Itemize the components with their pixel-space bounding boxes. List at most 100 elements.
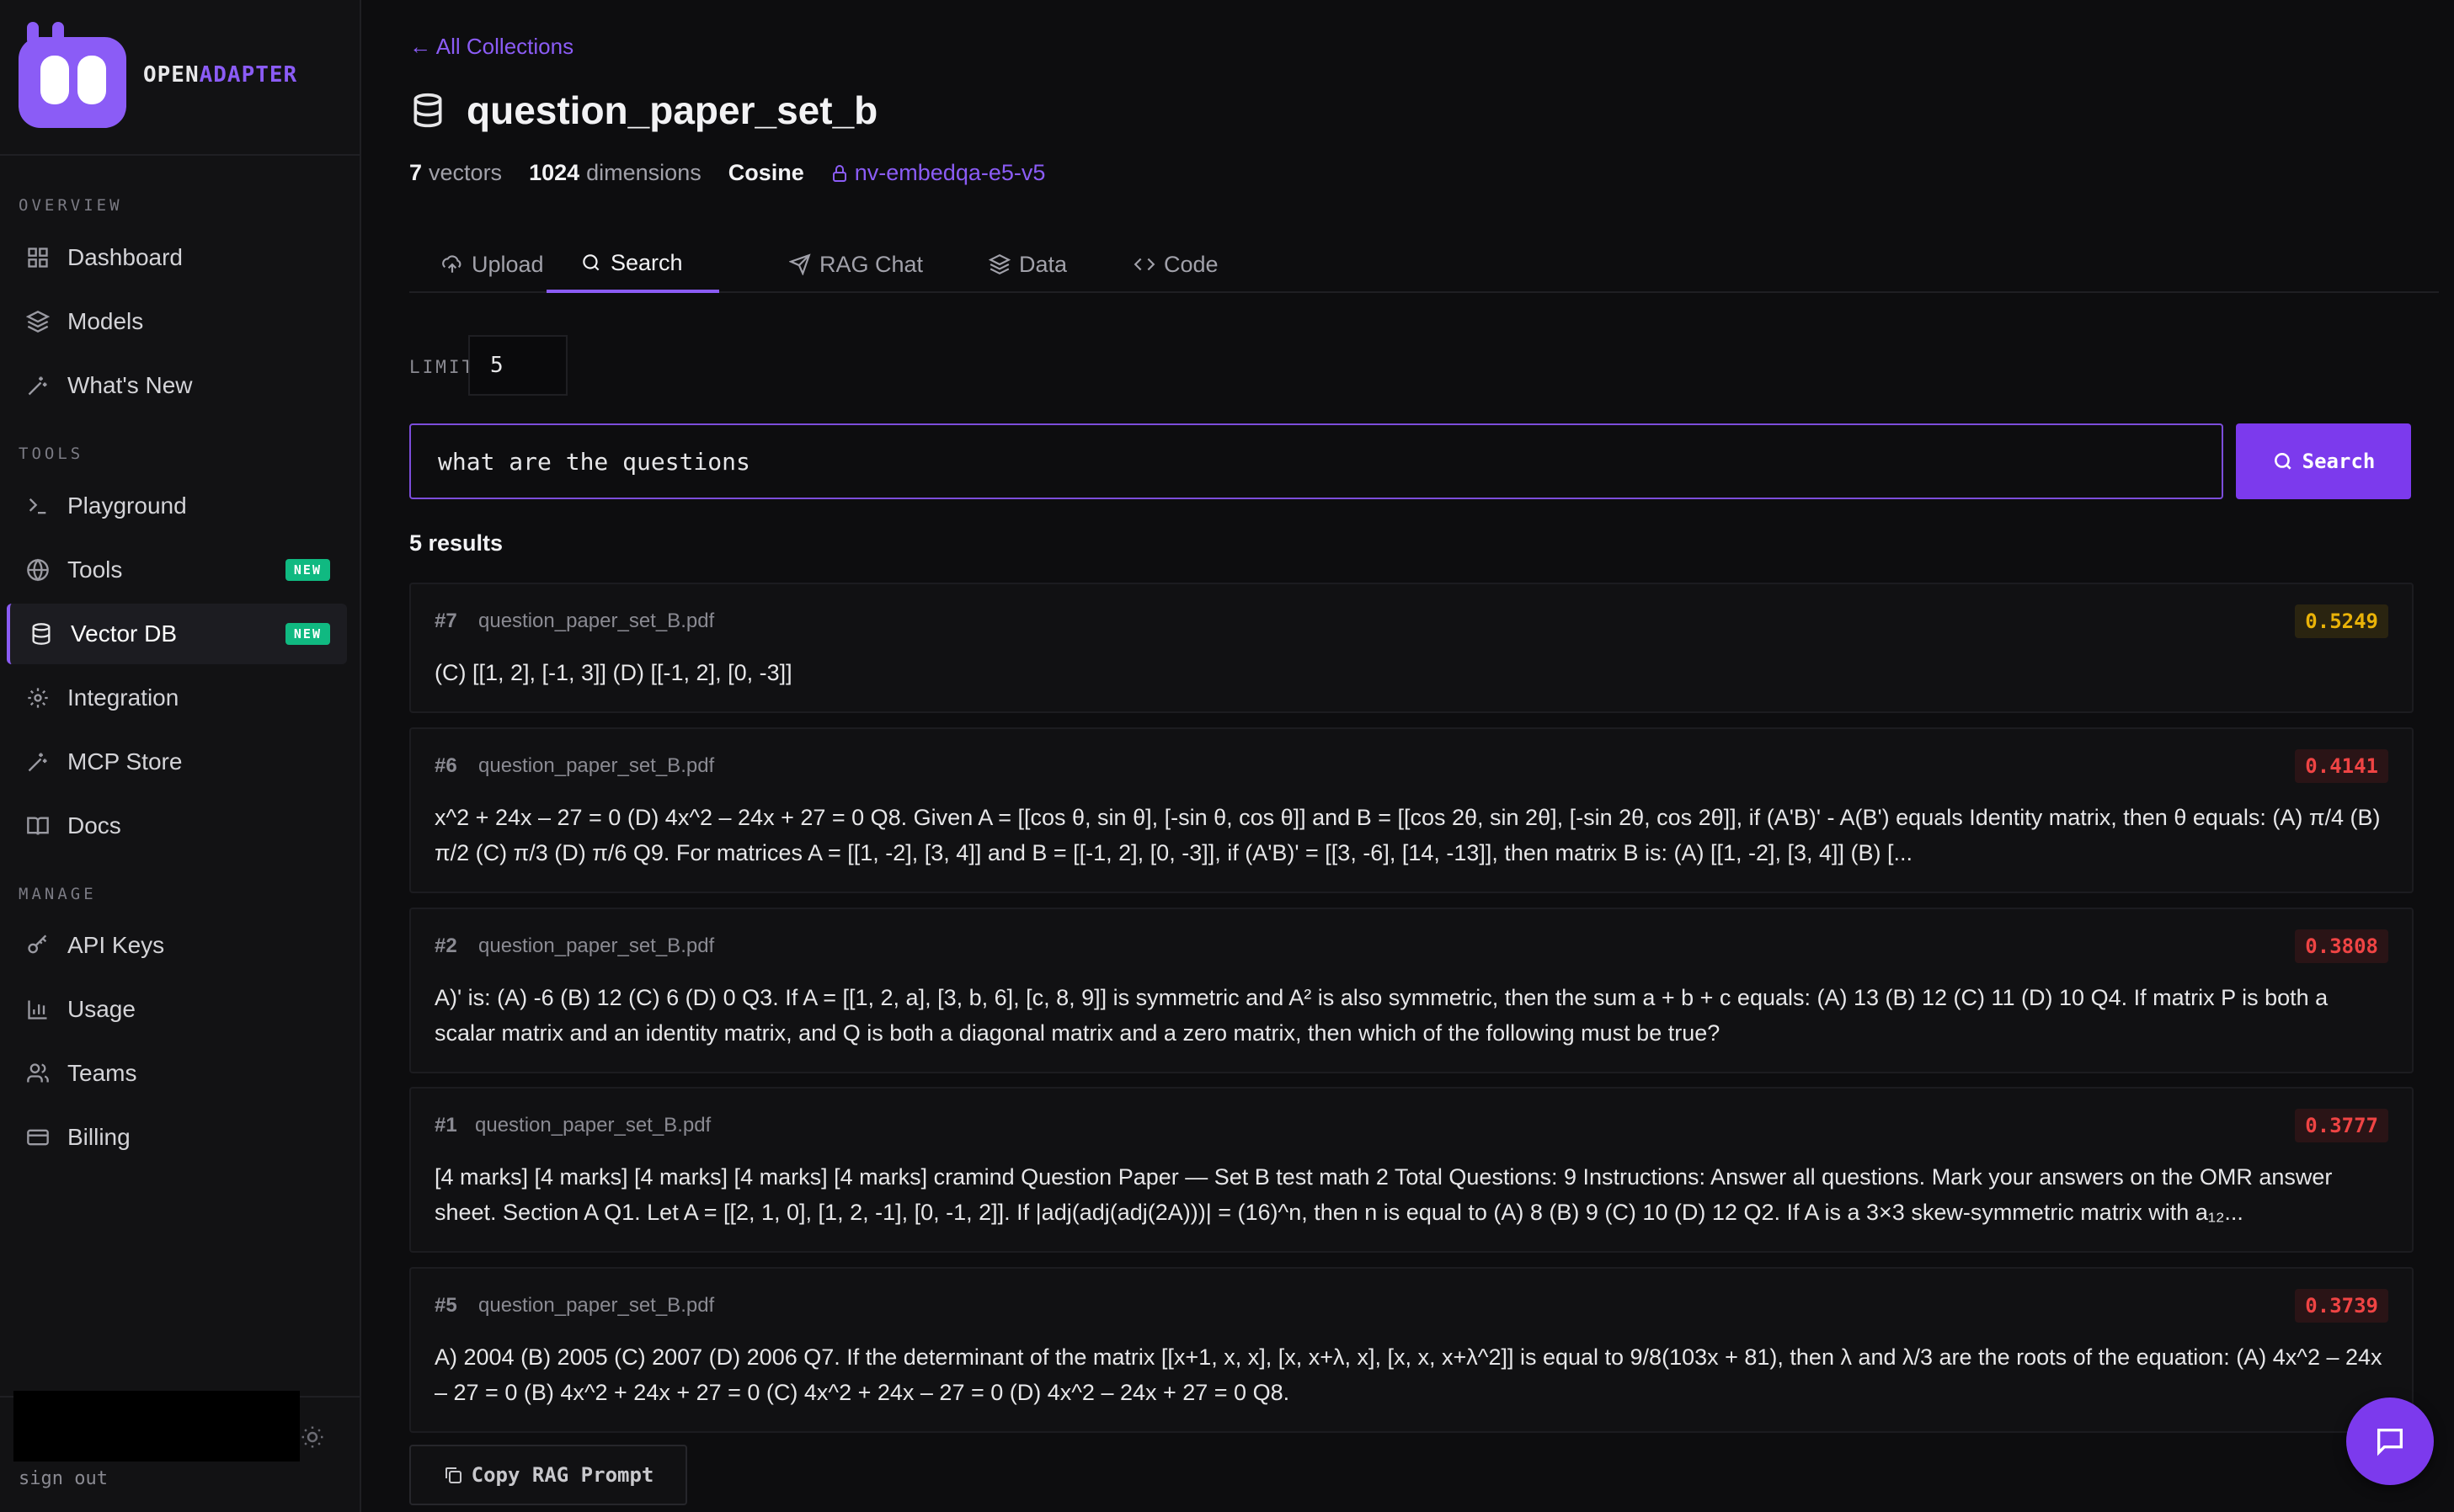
result-card[interactable]: #5 question_paper_set_B.pdf 0.3739 A) 20… bbox=[409, 1267, 2414, 1433]
limit-label: LIMIT bbox=[409, 357, 476, 377]
layers-icon bbox=[25, 309, 51, 334]
sidebar-item-whats-new[interactable]: What's New bbox=[7, 355, 347, 416]
book-icon bbox=[25, 813, 51, 839]
page-title: question_paper_set_b bbox=[409, 88, 878, 133]
sidebar-item-playground[interactable]: Playground bbox=[7, 476, 347, 536]
result-card[interactable]: #2 question_paper_set_B.pdf 0.3808 A)' i… bbox=[409, 908, 2414, 1073]
sidebar: OPENADAPTER OVERVIEW Dashboard Models Wh… bbox=[0, 0, 361, 1512]
score-badge: 0.3808 bbox=[2295, 929, 2388, 963]
brand-logo[interactable] bbox=[17, 19, 128, 130]
sidebar-item-label: What's New bbox=[67, 372, 193, 398]
layers-icon bbox=[989, 253, 1011, 275]
new-badge: NEW bbox=[285, 559, 330, 581]
brand-name: OPENADAPTER bbox=[143, 62, 297, 88]
score-badge: 0.3777 bbox=[2295, 1109, 2388, 1142]
distance-metric: Cosine bbox=[728, 160, 804, 185]
database-icon bbox=[413, 93, 442, 128]
user-profile[interactable] bbox=[13, 1391, 300, 1461]
sidebar-item-vector-db[interactable]: Vector DB NEW bbox=[7, 604, 347, 664]
tab-code[interactable]: Code bbox=[1134, 236, 1219, 293]
lock-icon bbox=[832, 164, 846, 182]
sidebar-item-label: API Keys bbox=[67, 932, 165, 958]
upload-cloud-icon bbox=[442, 255, 461, 273]
chat-bubble-icon bbox=[2377, 1429, 2403, 1456]
embedding-model: nv-embedqa-e5-v5 bbox=[831, 160, 1045, 186]
search-icon bbox=[583, 254, 600, 271]
tab-data[interactable]: Data bbox=[989, 236, 1067, 293]
database-icon bbox=[29, 621, 54, 647]
sidebar-item-label: Teams bbox=[67, 1060, 137, 1086]
result-card[interactable]: #7 question_paper_set_B.pdf 0.5249 (C) [… bbox=[409, 583, 2414, 713]
tab-upload[interactable]: Upload bbox=[441, 236, 544, 293]
key-icon bbox=[25, 933, 51, 958]
result-rank: #6 bbox=[435, 754, 457, 777]
result-rank: #7 bbox=[435, 610, 457, 632]
sidebar-item-teams[interactable]: Teams bbox=[7, 1043, 347, 1104]
sidebar-item-label: Vector DB bbox=[71, 620, 178, 647]
sidebar-item-models[interactable]: Models bbox=[7, 291, 347, 352]
terminal-icon bbox=[25, 493, 51, 519]
tab-rag-chat[interactable]: RAG Chat bbox=[789, 236, 923, 293]
sidebar-item-mcp-store[interactable]: MCP Store bbox=[7, 732, 347, 792]
sign-out-link[interactable]: sign out bbox=[19, 1468, 108, 1489]
limit-input[interactable]: 5 bbox=[468, 335, 568, 396]
sidebar-item-billing[interactable]: Billing bbox=[7, 1107, 347, 1168]
globe-icon bbox=[25, 557, 51, 583]
sidebar-item-docs[interactable]: Docs bbox=[7, 796, 347, 856]
copy-rag-prompt-button[interactable]: Copy RAG Prompt bbox=[409, 1445, 687, 1505]
sparkle-icon bbox=[25, 749, 51, 775]
result-card[interactable]: #6 question_paper_set_B.pdf 0.4141 x^2 +… bbox=[409, 727, 2414, 893]
new-badge: NEW bbox=[285, 623, 330, 645]
tab-label: Search bbox=[611, 249, 683, 275]
result-source: question_paper_set_B.pdf bbox=[478, 610, 715, 632]
search-input[interactable]: what are the questions bbox=[409, 423, 2223, 499]
sun-icon[interactable] bbox=[300, 1424, 325, 1450]
result-card[interactable]: #1 question_paper_set_B.pdf 0.3777 [4 ma… bbox=[409, 1087, 2414, 1253]
copy-icon bbox=[445, 1467, 461, 1483]
result-text: x^2 + 24x – 27 = 0 (D) 4x^2 – 24x + 27 =… bbox=[435, 805, 2387, 865]
sidebar-divider bbox=[0, 154, 361, 156]
bar-chart-icon bbox=[25, 997, 51, 1022]
sidebar-item-integration[interactable]: Integration bbox=[7, 668, 347, 728]
search-icon bbox=[2274, 453, 2291, 470]
collection-meta: 7 vectors 1024 dimensions Cosine nv-embe… bbox=[409, 160, 1045, 186]
result-rank: #2 bbox=[435, 934, 457, 957]
tab-label: Upload bbox=[472, 251, 544, 277]
sidebar-item-label: Integration bbox=[67, 684, 179, 711]
score-badge: 0.3739 bbox=[2295, 1289, 2388, 1323]
sidebar-item-label: Billing bbox=[67, 1124, 131, 1150]
result-source: question_paper_set_B.pdf bbox=[478, 1294, 715, 1317]
result-source: question_paper_set_B.pdf bbox=[478, 934, 715, 957]
result-source: question_paper_set_B.pdf bbox=[478, 754, 715, 777]
result-text: A)' is: (A) -6 (B) 12 (C) 6 (D) 0 Q3. If… bbox=[435, 985, 2334, 1046]
sparkle-icon bbox=[25, 373, 51, 398]
grid-icon bbox=[25, 245, 51, 270]
score-badge: 0.4141 bbox=[2295, 749, 2388, 783]
section-label-overview: OVERVIEW bbox=[19, 196, 123, 215]
back-to-collections-link[interactable]: ← All Collections bbox=[409, 34, 573, 60]
tab-search[interactable]: Search bbox=[547, 236, 719, 293]
sidebar-item-usage[interactable]: Usage bbox=[7, 979, 347, 1040]
dimensions-label: dimensions bbox=[586, 160, 702, 185]
sidebar-item-label: Playground bbox=[67, 492, 187, 519]
sidebar-item-tools[interactable]: Tools NEW bbox=[7, 540, 347, 600]
tab-label: RAG Chat bbox=[819, 251, 924, 277]
result-rank: #5 bbox=[435, 1294, 457, 1317]
main-content: ← All Collections question_paper_set_b 7… bbox=[363, 0, 2454, 1512]
section-label-manage: MANAGE bbox=[19, 885, 97, 903]
sidebar-item-label: Dashboard bbox=[67, 244, 183, 270]
search-button-label: Search bbox=[2302, 450, 2376, 473]
send-icon bbox=[789, 253, 811, 275]
result-text: (C) [[1, 2], [-1, 3]] (D) [[-1, 2], [0, … bbox=[435, 660, 792, 685]
score-badge: 0.5249 bbox=[2295, 604, 2388, 638]
sidebar-item-dashboard[interactable]: Dashboard bbox=[7, 227, 347, 288]
search-button[interactable]: Search bbox=[2236, 423, 2411, 499]
sidebar-item-label: Docs bbox=[67, 812, 121, 839]
code-icon bbox=[1134, 258, 1155, 271]
chat-support-button[interactable] bbox=[2346, 1398, 2434, 1485]
gear-icon bbox=[25, 685, 51, 711]
tab-label: Data bbox=[1019, 251, 1068, 277]
result-rank: #1 bbox=[435, 1114, 457, 1137]
sidebar-item-api-keys[interactable]: API Keys bbox=[7, 915, 347, 976]
brand-name-prefix: OPEN bbox=[143, 62, 200, 88]
